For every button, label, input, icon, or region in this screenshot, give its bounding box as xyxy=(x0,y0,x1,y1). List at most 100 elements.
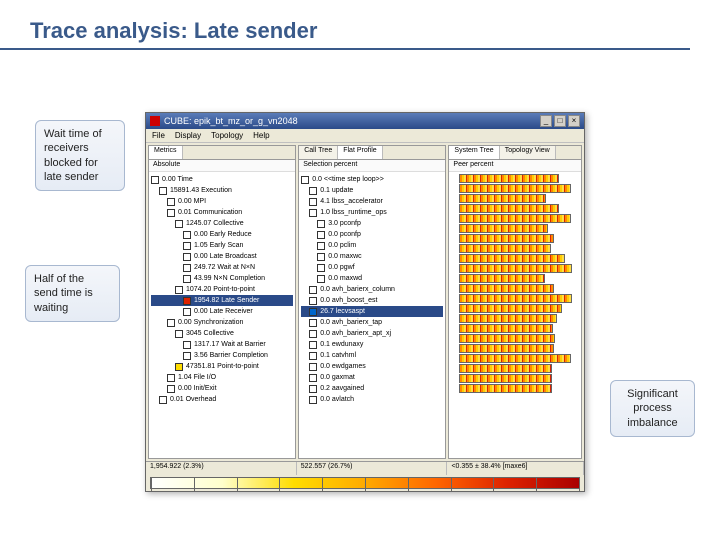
tab-calltree[interactable]: Call Tree xyxy=(299,146,338,159)
heatmap-row[interactable] xyxy=(451,344,579,353)
tree-row[interactable]: 0.0 pgwf xyxy=(301,262,443,273)
menu-display[interactable]: Display xyxy=(175,131,201,140)
heatmap-row[interactable] xyxy=(451,204,579,213)
metric-color-box xyxy=(183,231,191,239)
tree-row[interactable]: 1954.82 Late Sender xyxy=(151,295,293,306)
tree-row[interactable]: 0.2 aavgained xyxy=(301,383,443,394)
tree-label: 3.56 Barrier Completion xyxy=(194,350,268,361)
tab-topology[interactable]: Topology View xyxy=(500,146,556,159)
tree-row[interactable]: 249.72 Wait at N×N xyxy=(151,262,293,273)
tree-row[interactable]: 1.05 Early Scan xyxy=(151,240,293,251)
heatmap-row[interactable] xyxy=(451,254,579,263)
tree-row[interactable]: 4.1 lbss_accelerator xyxy=(301,196,443,207)
calltree-dropdown[interactable]: Selection percent xyxy=(299,160,445,172)
tree-row[interactable]: 1.04 File I/O xyxy=(151,372,293,383)
tree-label: 26.7 lecvsaspt xyxy=(320,306,365,317)
close-button[interactable]: × xyxy=(568,115,580,127)
heatmap-row[interactable] xyxy=(451,334,579,343)
system-dropdown[interactable]: Peer percent xyxy=(449,160,581,172)
tree-row[interactable]: 3.0 pconfp xyxy=(301,218,443,229)
tree-row[interactable]: 0.00 Late Receiver xyxy=(151,306,293,317)
tree-row[interactable]: 0.00 MPI xyxy=(151,196,293,207)
tree-row[interactable]: 0.0 pconfp xyxy=(301,229,443,240)
titlebar[interactable]: CUBE: epik_bt_mz_or_g_vn2048 _ □ × xyxy=(146,113,584,129)
system-heatmap[interactable] xyxy=(449,172,581,458)
tree-label: 0.00 Time xyxy=(162,174,193,185)
calltree-tree[interactable]: 0.0 <<time step loop>>0.1 update4.1 lbss… xyxy=(299,172,445,458)
tree-row[interactable]: 15891.43 Execution xyxy=(151,185,293,196)
heatmap-row[interactable] xyxy=(451,364,579,373)
tree-row[interactable]: 1245.07 Collective xyxy=(151,218,293,229)
tree-row[interactable]: 0.00 Time xyxy=(151,174,293,185)
tree-row[interactable]: 0.00 Synchronization xyxy=(151,317,293,328)
tree-row[interactable]: 1074.20 Point-to-point xyxy=(151,284,293,295)
tree-row[interactable]: 0.00 Init/Exit xyxy=(151,383,293,394)
tree-row[interactable]: 3.56 Barrier Completion xyxy=(151,350,293,361)
maximize-button[interactable]: □ xyxy=(554,115,566,127)
metrics-dropdown[interactable]: Absolute xyxy=(149,160,295,172)
tree-row[interactable]: 0.0 gaxmat xyxy=(301,372,443,383)
heatmap-row[interactable] xyxy=(451,354,579,363)
tree-label: 0.1 ewdunaxy xyxy=(320,339,363,350)
metric-color-box xyxy=(309,330,317,338)
tree-row[interactable]: 0.0 <<time step loop>> xyxy=(301,174,443,185)
tree-row[interactable]: 0.0 avh_barierx_apt_xj xyxy=(301,328,443,339)
tab-flatprofile[interactable]: Flat Profile xyxy=(338,146,382,159)
menu-help[interactable]: Help xyxy=(253,131,269,140)
tree-row[interactable]: 0.0 ewdgames xyxy=(301,361,443,372)
tab-systemtree[interactable]: System Tree xyxy=(449,146,499,159)
tree-row[interactable]: 0.0 maxwc xyxy=(301,251,443,262)
heatmap-row[interactable] xyxy=(451,184,579,193)
metrics-tree[interactable]: 0.00 Time15891.43 Execution0.00 MPI0.01 … xyxy=(149,172,295,458)
heatmap-row[interactable] xyxy=(451,174,579,183)
tree-row[interactable]: 3045 Collective xyxy=(151,328,293,339)
tree-label: 0.0 pclim xyxy=(328,240,356,251)
tree-row[interactable]: 0.0 maxwd xyxy=(301,273,443,284)
menu-file[interactable]: File xyxy=(152,131,165,140)
heatmap-row[interactable] xyxy=(451,224,579,233)
heatmap-row[interactable] xyxy=(451,194,579,203)
tree-row[interactable]: 0.00 Early Reduce xyxy=(151,229,293,240)
metric-color-box xyxy=(317,242,325,250)
heatmap-row[interactable] xyxy=(451,374,579,383)
tree-row[interactable]: 0.1 ewdunaxy xyxy=(301,339,443,350)
tree-row[interactable]: 0.0 avh_barierx_column xyxy=(301,284,443,295)
heatmap-row[interactable] xyxy=(451,234,579,243)
tree-row[interactable]: 0.0 avlatch xyxy=(301,394,443,405)
status-left: 1,954.922 (2.3%) xyxy=(146,462,297,475)
heatmap-row[interactable] xyxy=(451,294,579,303)
heatmap-row[interactable] xyxy=(451,384,579,393)
tree-row[interactable]: 0.1 catvhml xyxy=(301,350,443,361)
tree-row[interactable]: 43.99 N×N Completion xyxy=(151,273,293,284)
tree-row[interactable]: 1.0 lbss_runtime_ops xyxy=(301,207,443,218)
heatmap-row[interactable] xyxy=(451,314,579,323)
minimize-button[interactable]: _ xyxy=(540,115,552,127)
metric-color-box xyxy=(183,352,191,360)
heatmap-row[interactable] xyxy=(451,284,579,293)
tree-row[interactable]: 0.0 avh_boost_est xyxy=(301,295,443,306)
heatmap-row[interactable] xyxy=(451,304,579,313)
menu-topology[interactable]: Topology xyxy=(211,131,243,140)
tree-row[interactable]: 0.0 avh_barierx_tap xyxy=(301,317,443,328)
tree-label: 0.0 maxwd xyxy=(328,273,362,284)
tree-row[interactable]: 47351.81 Point-to-point xyxy=(151,361,293,372)
heatmap-row[interactable] xyxy=(451,214,579,223)
metric-color-box xyxy=(309,352,317,360)
tree-row[interactable]: 0.1 update xyxy=(301,185,443,196)
tab-metrics[interactable]: Metrics xyxy=(149,146,183,159)
tree-label: 0.00 Synchronization xyxy=(178,317,243,328)
heatmap-row[interactable] xyxy=(451,324,579,333)
heatmap-row[interactable] xyxy=(451,264,579,273)
panel-metrics-tabs: Metrics xyxy=(149,146,295,160)
tree-row[interactable]: 0.01 Overhead xyxy=(151,394,293,405)
heatmap-row[interactable] xyxy=(451,244,579,253)
heatmap-row[interactable] xyxy=(451,274,579,283)
tree-label: 0.2 aavgained xyxy=(320,383,364,394)
tree-row[interactable]: 0.0 pclim xyxy=(301,240,443,251)
tree-row[interactable]: 0.00 Late Broadcast xyxy=(151,251,293,262)
callout-wait-time: Wait time of receivers blocked for late … xyxy=(35,120,125,191)
tree-row[interactable]: 1317.17 Wait at Barrier xyxy=(151,339,293,350)
tree-row[interactable]: 26.7 lecvsaspt xyxy=(301,306,443,317)
metric-color-box xyxy=(309,341,317,349)
tree-row[interactable]: 0.01 Communication xyxy=(151,207,293,218)
